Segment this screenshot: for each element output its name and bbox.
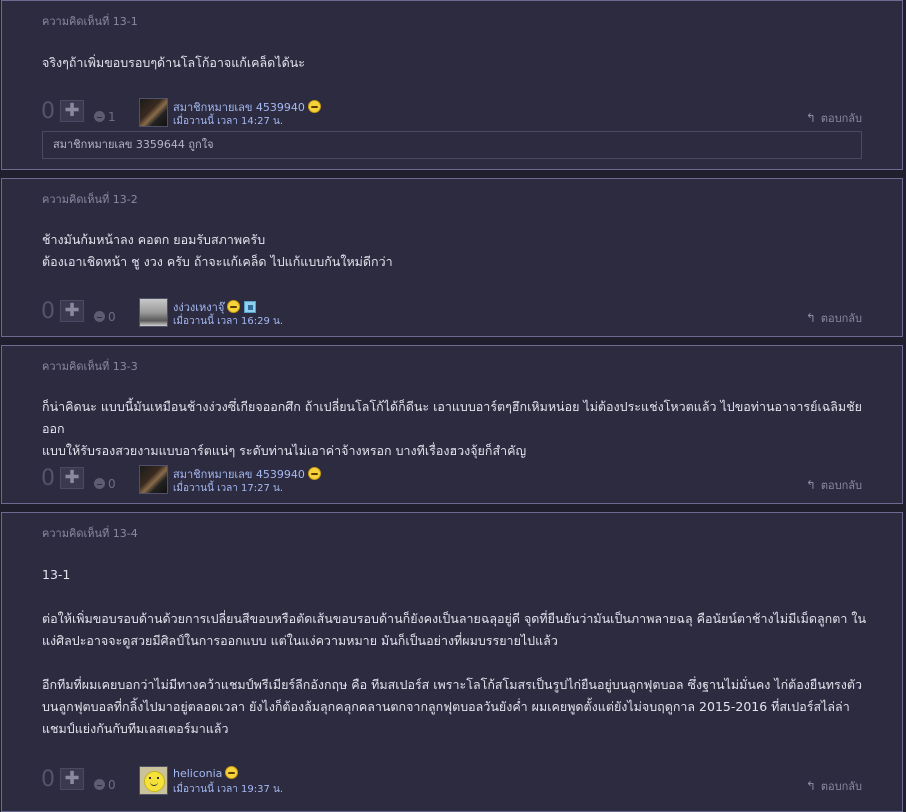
post-date: เมื่อวานนี้ เวลา 17:27 น. xyxy=(173,483,284,494)
comment-spacer xyxy=(42,586,872,608)
comment-footer: 0 ✚ 0 สมาชิกหมายเลข 4539940 เมื่อวานนี้ … xyxy=(2,464,902,498)
comment-text: แชมป์แย่งกันกับทีมเลสเตอร์มาแล้ว xyxy=(42,721,229,736)
comment-body: จริงๆถ้าเพิ่มขอบรอบๆด้านโลโก้อาจแก้เคล็ด… xyxy=(42,52,872,74)
vote-count: 0 xyxy=(41,99,55,124)
post-date: เมื่อวานนี้ เวลา 16:29 น. xyxy=(173,316,284,327)
emotion-count: 0 xyxy=(108,309,116,324)
comment-text: 13-1 xyxy=(42,567,71,582)
emoji-badge-icon xyxy=(307,467,321,480)
emoji-badge-icon xyxy=(227,300,241,313)
comment-text: ก็น่าคิดนะ แบบนี้มันเหมือนช้างง่วงซึ่เกี… xyxy=(42,399,862,436)
emoji-badge-icon xyxy=(225,766,239,779)
reply-label: ตอบกลับ xyxy=(820,112,862,125)
comment-text: ต่อให้เพิ่มขอบรอบด้านด้วยการเปลี่ยนสีขอบ… xyxy=(42,611,866,626)
username-link[interactable]: heliconia xyxy=(173,766,239,780)
comment-body: ก็น่าคิดนะ แบบนี้มันเหมือนช้างง่วงซึ่เกี… xyxy=(42,396,872,462)
post-date: เมื่อวานนี้ เวลา 19:37 น. xyxy=(173,784,284,795)
reply-arrow-icon: ↰ xyxy=(805,478,816,492)
comment-text: ต้องเอาเชิดหน้า ชู งวง ครับ ถ้าจะแก้เคล็… xyxy=(42,254,393,269)
comment-13-1: ความคิดเห็นที่ 13-1 จริงๆถ้าเพิ่มขอบรอบๆ… xyxy=(1,0,903,170)
comment-text: ช้างมันก้มหน้าลง คอตก ยอมรับสภาพครับ xyxy=(42,232,266,247)
comment-text: แบบให้รับรองสวยงามแบบอาร์ตแน่ๆ ระดับท่าน… xyxy=(42,443,527,458)
username-text[interactable]: สมาชิกหมายเลข 4539940 xyxy=(173,468,305,481)
emotion-count: 0 xyxy=(108,476,116,491)
reply-label: ตอบกลับ xyxy=(820,312,862,325)
comment-number: ความคิดเห็นที่ 13-4 xyxy=(42,527,138,540)
smiley-avatar-icon xyxy=(144,771,165,792)
comment-footer: 0 ✚ 0 heliconia เมื่อวานนี้ เวลา 19:37 น… xyxy=(2,765,902,799)
plus-vote-button[interactable]: ✚ xyxy=(60,467,84,489)
plus-vote-button[interactable]: ✚ xyxy=(60,300,84,322)
emotion-count: 1 xyxy=(108,109,116,124)
vote-count: 0 xyxy=(41,767,55,792)
reply-button[interactable]: ↰ ตอบกลับ xyxy=(806,777,862,795)
plus-vote-button[interactable]: ✚ xyxy=(60,100,84,122)
comment-text: อีกทีมที่ผมเคยบอกว่าไม่มีทางคว้าแชมป์พรี… xyxy=(42,677,862,692)
comment-text: จริงๆถ้าเพิ่มขอบรอบๆด้านโลโก้อาจแก้เคล็ด… xyxy=(42,55,305,70)
post-date: เมื่อวานนี้ เวลา 14:27 น. xyxy=(173,116,284,127)
comment-number: ความคิดเห็นที่ 13-3 xyxy=(42,360,138,373)
emotion-icon xyxy=(94,111,105,122)
reply-arrow-icon: ↰ xyxy=(805,311,816,325)
comment-number: ความคิดเห็นที่ 13-1 xyxy=(42,15,138,28)
emotion-button[interactable]: 0 xyxy=(94,473,116,492)
username-text[interactable]: สมาชิกหมายเลข 4539940 xyxy=(173,101,305,114)
member-badge-icon xyxy=(244,301,257,313)
emotion-button[interactable]: 0 xyxy=(94,306,116,325)
reply-label: ตอบกลับ xyxy=(820,780,862,793)
comment-number: ความคิดเห็นที่ 13-2 xyxy=(42,193,138,206)
comment-footer: 0 ✚ 1 สมาชิกหมายเลข 4539940 เมื่อวานนี้ … xyxy=(2,97,902,131)
emotion-count: 0 xyxy=(108,777,116,792)
username-text[interactable]: heliconia xyxy=(173,767,222,780)
plus-vote-button[interactable]: ✚ xyxy=(60,768,84,790)
comment-body: ช้างมันก้มหน้าลง คอตก ยอมรับสภาพครับ ต้อ… xyxy=(42,229,872,273)
comment-13-2: ความคิดเห็นที่ 13-2 ช้างมันก้มหน้าลง คอต… xyxy=(1,178,903,337)
reply-arrow-icon: ↰ xyxy=(805,111,816,125)
like-notice: สมาชิกหมายเลข 3359644 ถูกใจ xyxy=(42,131,862,159)
emotion-button[interactable]: 0 xyxy=(94,774,116,793)
comment-13-3: ความคิดเห็นที่ 13-3 ก็น่าคิดนะ แบบนี้มัน… xyxy=(1,345,903,504)
comment-body: 13-1 ต่อให้เพิ่มขอบรอบด้านด้วยการเปลี่ยน… xyxy=(42,564,872,740)
comment-spacer xyxy=(42,652,872,674)
avatar[interactable] xyxy=(139,465,168,494)
vote-count: 0 xyxy=(41,466,55,491)
emotion-icon xyxy=(94,478,105,489)
reply-label: ตอบกลับ xyxy=(820,479,862,492)
avatar[interactable] xyxy=(139,766,168,795)
avatar[interactable] xyxy=(139,98,168,127)
reply-button[interactable]: ↰ ตอบกลับ xyxy=(806,476,862,494)
comment-footer: 0 ✚ 0 งง่วงเหงาจุ๊ เมื่อวานนี้ เวลา 16:2… xyxy=(2,297,902,331)
avatar[interactable] xyxy=(139,298,168,327)
emoji-badge-icon xyxy=(307,100,321,113)
emotion-icon xyxy=(94,779,105,790)
username-text[interactable]: งง่วงเหงาจุ๊ xyxy=(173,301,224,314)
comment-text: แง่ศิลปะอาจจะดูสวยมีศิลป์ในการออกแบบ แต่… xyxy=(42,633,558,648)
emotion-button[interactable]: 1 xyxy=(94,106,116,125)
reply-arrow-icon: ↰ xyxy=(805,779,816,793)
vote-count: 0 xyxy=(41,299,55,324)
reply-button[interactable]: ↰ ตอบกลับ xyxy=(806,309,862,327)
comment-13-4: ความคิดเห็นที่ 13-4 13-1 ต่อให้เพิ่มขอบร… xyxy=(1,512,903,812)
reply-button[interactable]: ↰ ตอบกลับ xyxy=(806,109,862,127)
emotion-icon xyxy=(94,311,105,322)
comment-text: บนลูกฟุตบอลที่กลิ้งไปมาอยู่ตลอดเวลา ยังไ… xyxy=(42,699,850,714)
